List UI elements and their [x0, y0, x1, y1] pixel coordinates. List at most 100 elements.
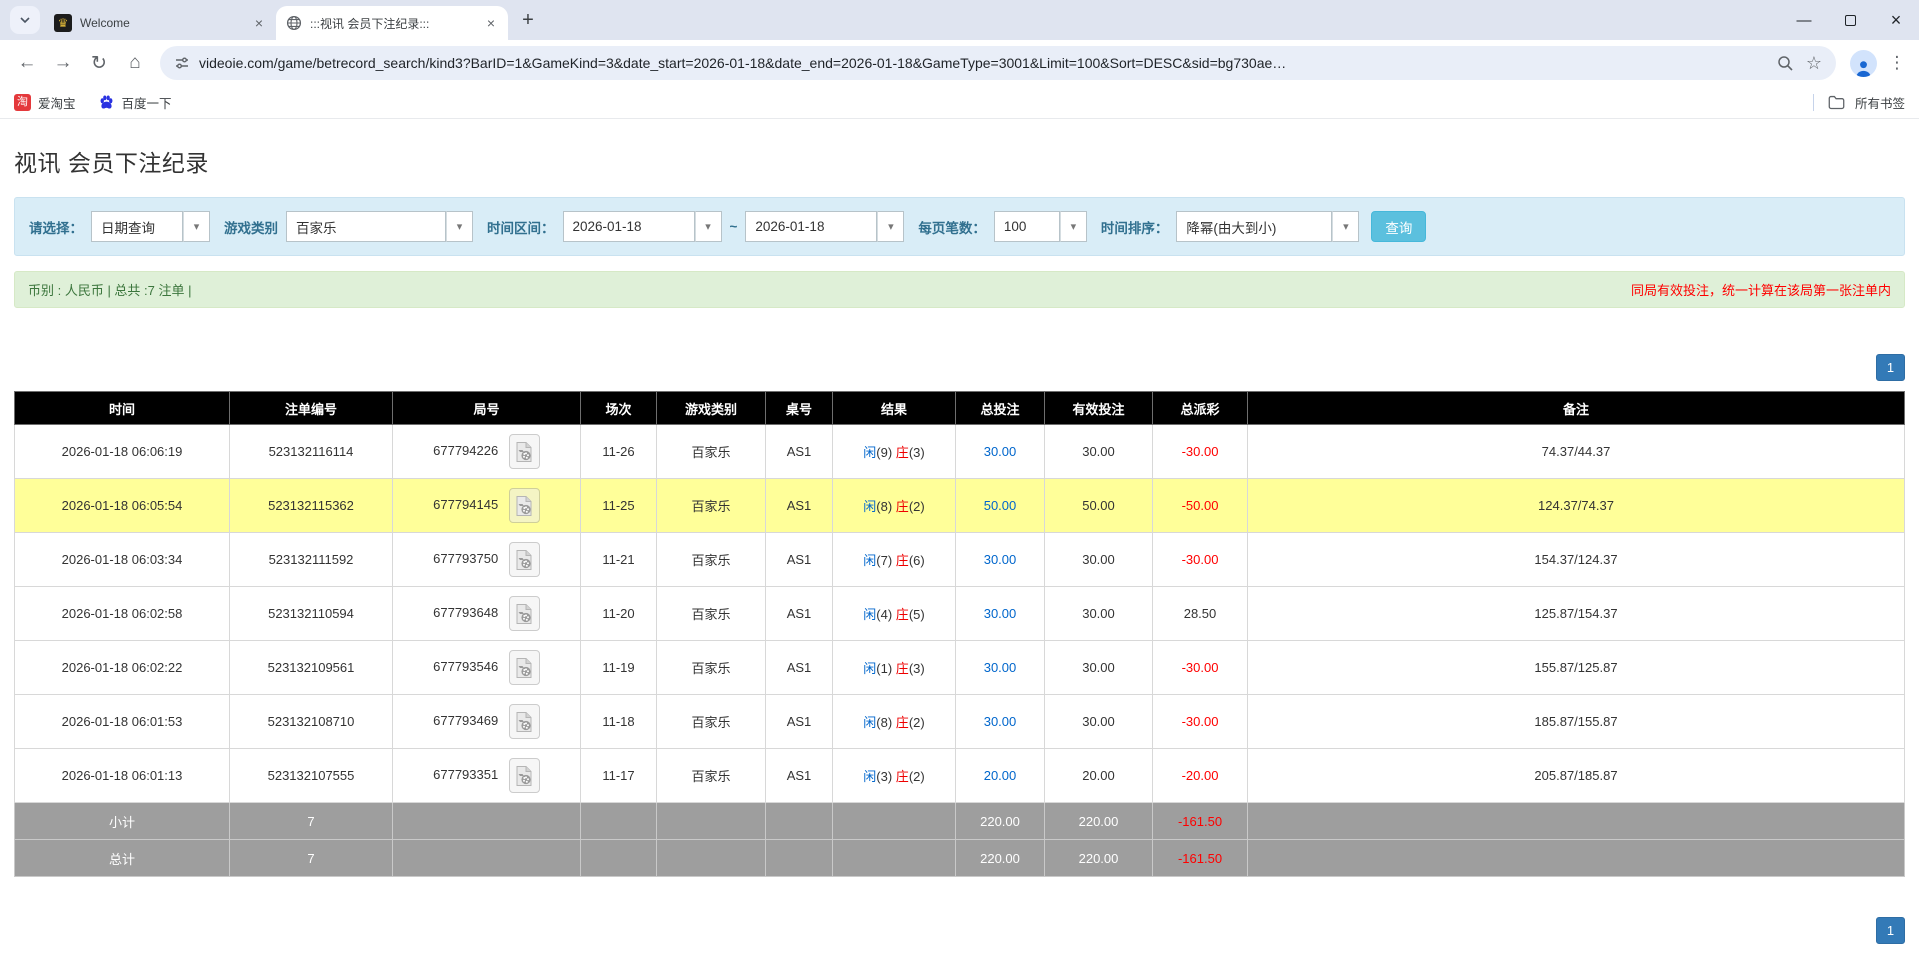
cell-table-no: AS1: [766, 587, 833, 641]
column-header: 结果: [833, 392, 956, 425]
video-file-icon: [515, 603, 534, 625]
video-replay-button[interactable]: [509, 434, 540, 469]
sort-value: 降幂(由大到小): [1176, 211, 1332, 242]
cell-session: 11-21: [581, 533, 657, 587]
result-player: 闲: [863, 661, 876, 676]
column-header: 游戏类别: [657, 392, 766, 425]
cell-total-bet[interactable]: 50.00: [956, 479, 1045, 533]
query-type-select[interactable]: 日期查询 ▾: [91, 211, 210, 242]
cell-total-bet[interactable]: 30.00: [956, 533, 1045, 587]
cell-session: 11-26: [581, 425, 657, 479]
address-bar[interactable]: videoie.com/game/betrecord_search/kind3?…: [160, 46, 1836, 80]
chevron-down-icon[interactable]: ▾: [877, 211, 904, 242]
chevron-down-icon[interactable]: ▾: [446, 211, 473, 242]
chevron-down-icon[interactable]: ▾: [695, 211, 722, 242]
cell-bet-id: 523132116114: [230, 425, 393, 479]
zoom-icon[interactable]: [1777, 55, 1794, 72]
browser-menu-button[interactable]: ⋮: [1885, 53, 1909, 73]
result-player: 闲: [863, 499, 876, 514]
close-window-button[interactable]: ×: [1873, 0, 1919, 40]
game-kind-select[interactable]: 百家乐 ▾: [286, 211, 473, 242]
chevron-down-icon[interactable]: ▾: [1332, 211, 1359, 242]
video-replay-button[interactable]: [509, 758, 540, 793]
back-button[interactable]: ←: [10, 46, 44, 80]
per-page-select[interactable]: 100 ▾: [994, 211, 1087, 242]
round-number: 677793648: [433, 605, 498, 620]
cell-game-kind: 百家乐: [657, 533, 766, 587]
cell-game-kind: 百家乐: [657, 749, 766, 803]
cell-total-bet[interactable]: 30.00: [956, 587, 1045, 641]
records-table: 时间注单编号局号场次游戏类别桌号结果总投注有效投注总派彩备注 2026-01-1…: [14, 391, 1905, 877]
profile-avatar[interactable]: [1850, 50, 1877, 77]
cell-payout: -30.00: [1153, 425, 1248, 479]
chevron-down-icon[interactable]: ▾: [183, 211, 210, 242]
cell-round: 677794226: [393, 425, 581, 479]
bookmark-star-icon[interactable]: ☆: [1806, 53, 1822, 74]
video-replay-button[interactable]: [509, 488, 540, 523]
search-button[interactable]: 查询: [1371, 211, 1426, 242]
site-info-tune-icon[interactable]: [174, 55, 190, 71]
sort-select[interactable]: 降幂(由大到小) ▾: [1176, 211, 1359, 242]
new-tab-button[interactable]: +: [514, 6, 542, 34]
tab-title: Welcome: [80, 16, 242, 30]
column-header: 时间: [15, 392, 230, 425]
cell-result: 闲(7) 庄(6): [833, 533, 956, 587]
chevron-down-icon[interactable]: ▾: [1060, 211, 1087, 242]
date-end-value: 2026-01-18: [745, 211, 877, 242]
tab-betrecord[interactable]: :::视讯 会员下注纪录::: ×: [276, 6, 508, 40]
cell-total-bet[interactable]: 20.00: [956, 749, 1045, 803]
url-text[interactable]: videoie.com/game/betrecord_search/kind3?…: [199, 55, 1286, 71]
select-type-label: 请选择：: [29, 217, 83, 237]
cell-time: 2026-01-18 06:02:22: [15, 641, 230, 695]
close-tab-icon[interactable]: ×: [250, 14, 268, 32]
summary-empty-cell: [393, 840, 581, 877]
home-button[interactable]: ⌂: [118, 46, 152, 80]
bookmark-aitaobao[interactable]: 淘 爱淘宝: [14, 93, 76, 112]
minimize-button[interactable]: —: [1781, 0, 1827, 40]
game-kind-value: 百家乐: [286, 211, 446, 242]
date-end-input[interactable]: 2026-01-18 ▾: [745, 211, 904, 242]
reload-button[interactable]: ↻: [82, 46, 116, 80]
tab-welcome[interactable]: ♛ Welcome ×: [44, 6, 276, 40]
cell-table-no: AS1: [766, 641, 833, 695]
video-replay-button[interactable]: [509, 596, 540, 631]
cell-table-no: AS1: [766, 695, 833, 749]
video-replay-button[interactable]: [509, 704, 540, 739]
cell-session: 11-17: [581, 749, 657, 803]
maximize-button[interactable]: [1827, 0, 1873, 40]
page-content: 视讯 会员下注纪录 请选择： 日期查询 ▾ 游戏类别 百家乐 ▾ 时间区间： 2…: [0, 144, 1919, 944]
result-banker: 庄: [896, 661, 909, 676]
tab-search-button[interactable]: [10, 6, 40, 34]
summary-row: 小计7220.00220.00-161.50: [15, 803, 1905, 840]
cell-game-kind: 百家乐: [657, 479, 766, 533]
all-bookmarks-label[interactable]: 所有书签: [1855, 93, 1905, 112]
page-1-button-bottom[interactable]: 1: [1876, 917, 1905, 944]
cell-total-bet[interactable]: 30.00: [956, 695, 1045, 749]
cell-payout: -30.00: [1153, 533, 1248, 587]
filter-panel: 请选择： 日期查询 ▾ 游戏类别 百家乐 ▾ 时间区间： 2026-01-18 …: [14, 197, 1905, 256]
window-controls: — ×: [1781, 0, 1919, 40]
cell-game-kind: 百家乐: [657, 425, 766, 479]
currency-total-text: 币别 : 人民币 | 总共 :7 注单 |: [28, 280, 192, 299]
tab-title: :::视讯 会员下注纪录:::: [310, 15, 474, 32]
result-player: 闲: [863, 445, 876, 460]
page-1-button-top[interactable]: 1: [1876, 354, 1905, 381]
video-replay-button[interactable]: [509, 650, 540, 685]
summary-total-bet: 220.00: [956, 803, 1045, 840]
cell-remark: 185.87/155.87: [1248, 695, 1905, 749]
forward-button[interactable]: →: [46, 46, 80, 80]
cell-bet-id: 523132115362: [230, 479, 393, 533]
cell-result: 闲(4) 庄(5): [833, 587, 956, 641]
per-page-value: 100: [994, 211, 1060, 242]
cell-total-bet[interactable]: 30.00: [956, 641, 1045, 695]
bookmark-baidu[interactable]: 百度一下: [98, 93, 172, 112]
cell-payout: -30.00: [1153, 695, 1248, 749]
video-replay-button[interactable]: [509, 542, 540, 577]
column-header: 桌号: [766, 392, 833, 425]
cell-total-bet[interactable]: 30.00: [956, 425, 1045, 479]
close-tab-icon[interactable]: ×: [482, 14, 500, 32]
result-banker: 庄: [896, 553, 909, 568]
date-start-input[interactable]: 2026-01-18 ▾: [563, 211, 722, 242]
bookmarks-bar: 淘 爱淘宝 百度一下 所有书签: [0, 86, 1919, 119]
round-number: 677793351: [433, 767, 498, 782]
